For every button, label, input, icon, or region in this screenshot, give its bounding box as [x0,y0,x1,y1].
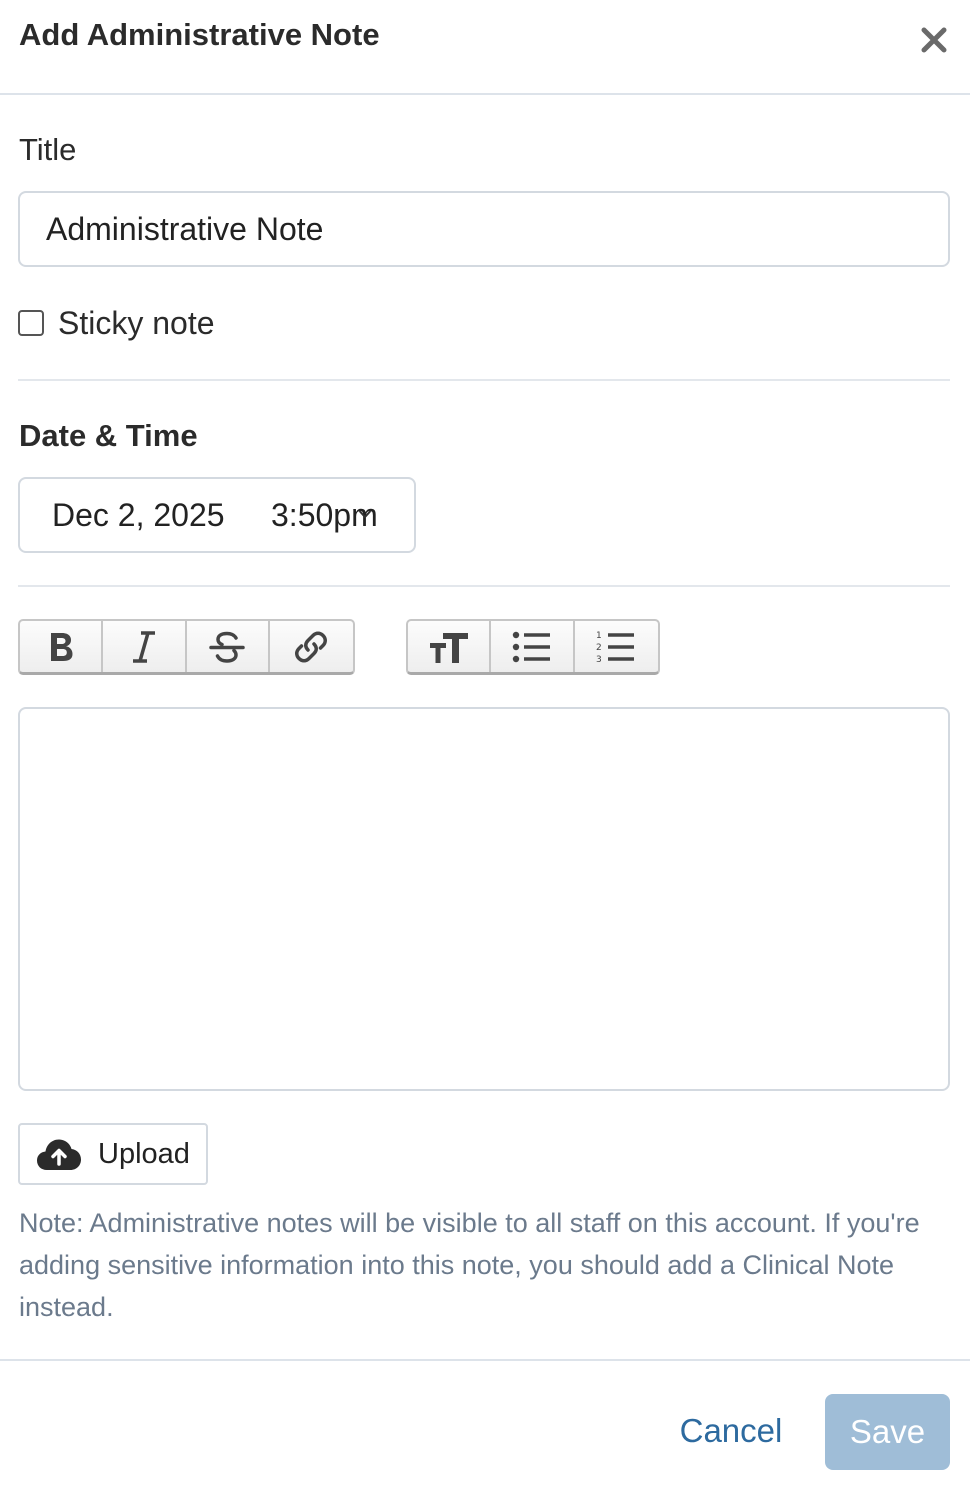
numbered-list-button[interactable]: 1 2 3 [575,621,658,672]
bold-button[interactable] [20,621,104,672]
date-time-picker[interactable]: Dec 2, 2025 3:50pm [18,477,416,553]
structure-toolbar: 1 2 3 [406,619,660,675]
cancel-button[interactable]: Cancel [668,1396,794,1466]
format-toolbar [18,619,355,675]
link-icon [295,631,328,662]
title-label: Title [19,132,77,167]
chevron-down-icon[interactable] [358,509,372,519]
note-editor[interactable] [18,707,950,1091]
text-size-icon [429,632,468,663]
upload-label: Upload [98,1137,190,1170]
date-value[interactable]: Dec 2, 2025 [52,497,225,534]
sticky-note-label[interactable]: Sticky note [58,305,215,342]
close-icon [921,27,947,53]
bullet-list-button[interactable] [491,621,575,672]
italic-icon [132,630,155,663]
text-size-button[interactable] [408,621,492,672]
title-input[interactable] [18,191,950,267]
dialog-header: Add Administrative Note [0,0,970,95]
sticky-note-checkbox[interactable] [18,310,44,336]
svg-text:1: 1 [596,631,602,641]
bold-icon [50,632,73,661]
admin-note-disclaimer: Note: Administrative notes will be visib… [19,1208,920,1322]
numbered-list-icon: 1 2 3 [596,631,635,665]
dialog-title: Add Administrative Note [19,17,380,52]
close-button[interactable] [916,22,952,58]
svg-text:3: 3 [596,655,602,665]
italic-button[interactable] [103,621,187,672]
dialog-footer: Cancel Save [0,1359,970,1488]
divider [18,379,950,381]
strikethrough-button[interactable] [187,621,270,672]
date-time-heading: Date & Time [19,418,198,453]
divider [18,585,950,587]
sticky-note-row[interactable]: Sticky note [18,302,215,344]
strikethrough-icon [209,631,245,663]
upload-button[interactable]: Upload [18,1123,208,1185]
cloud-upload-icon [37,1139,81,1170]
bullet-list-icon [512,631,551,662]
link-button[interactable] [270,621,353,672]
save-button[interactable]: Save [825,1394,950,1470]
svg-text:2: 2 [596,643,602,653]
